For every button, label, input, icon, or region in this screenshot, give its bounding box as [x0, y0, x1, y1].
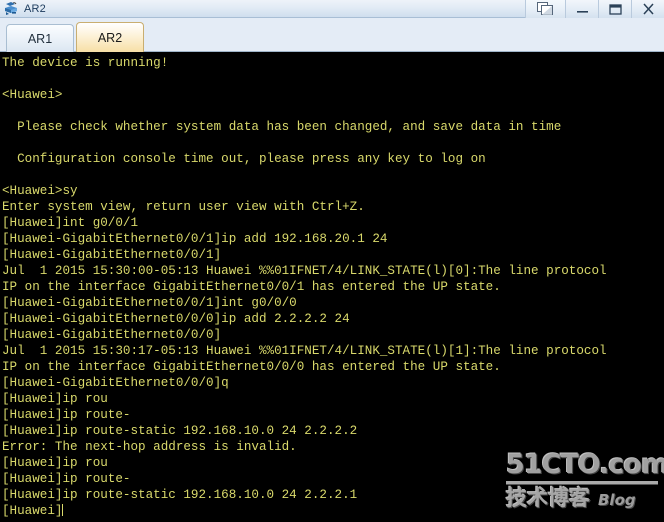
console-line: [Huawei]int g0/0/1: [2, 216, 139, 230]
console-line: [Huawei]ip route-static 192.168.10.0 24 …: [2, 424, 358, 438]
console-line: <Huawei>sy: [2, 184, 78, 198]
console-line: [Huawei]ip route-static 192.168.10.0 24 …: [2, 488, 358, 502]
window-controls: [525, 0, 664, 18]
console-line: Error: The next-hop address is invalid.: [2, 440, 297, 454]
console-line: Configuration console time out, please p…: [2, 152, 486, 166]
console-line: [Huawei]ip rou: [2, 392, 108, 406]
console-output[interactable]: The device is running! <Huawei> Please c…: [0, 53, 664, 522]
tab-bar: AR1 AR2: [0, 18, 664, 52]
close-button[interactable]: [631, 0, 664, 18]
console-line: [Huawei]ip route-: [2, 472, 131, 486]
console-line: [Huawei-GigabitEthernet0/0/0]q: [2, 376, 229, 390]
tab-ar1-label: AR1: [27, 31, 53, 46]
maximize-button[interactable]: [598, 0, 631, 18]
console-prompt-line[interactable]: [Huawei]: [2, 503, 664, 519]
console-line: <Huawei>: [2, 88, 63, 102]
console-line: Jul 1 2015 15:30:17-05:13 Huawei %%01IFN…: [2, 344, 607, 358]
restore-pane-button[interactable]: [525, 0, 565, 18]
tab-ar1[interactable]: AR1: [6, 24, 74, 52]
minimize-button[interactable]: [565, 0, 598, 18]
console-line: Please check whether system data has bee…: [2, 120, 562, 134]
console-line: The device is running!: [2, 56, 169, 70]
console-line: [Huawei-GigabitEthernet0/0/1]: [2, 248, 222, 262]
console-line: [Huawei-GigabitEthernet0/0/1]int g0/0/0: [2, 296, 297, 310]
console-line: Enter system view, return user view with…: [2, 200, 365, 214]
console-prompt: [Huawei]: [2, 504, 63, 518]
console-line: [Huawei]ip rou: [2, 456, 108, 470]
console-line: [Huawei-GigabitEthernet0/0/0]ip add 2.2.…: [2, 312, 350, 326]
console-line: IP on the interface GigabitEthernet0/0/1…: [2, 280, 501, 294]
title-bar: AR2: [0, 0, 664, 18]
console-line: [Huawei-GigabitEthernet0/0/1]ip add 192.…: [2, 232, 388, 246]
console-line: [Huawei]ip route-: [2, 408, 131, 422]
router-icon: [3, 1, 19, 17]
emulator-window: AR2 AR1 AR2 The device is running! <Huaw…: [0, 0, 664, 522]
tab-ar2-label: AR2: [97, 30, 123, 45]
tab-ar2[interactable]: AR2: [76, 22, 144, 52]
console-line: [Huawei-GigabitEthernet0/0/0]: [2, 328, 222, 342]
console-line: IP on the interface GigabitEthernet0/0/0…: [2, 360, 501, 374]
tab-list: AR1 AR2: [6, 22, 146, 52]
window-title: AR2: [24, 2, 46, 15]
text-cursor: [62, 504, 64, 516]
console-line: Jul 1 2015 15:30:00-05:13 Huawei %%01IFN…: [2, 264, 607, 278]
